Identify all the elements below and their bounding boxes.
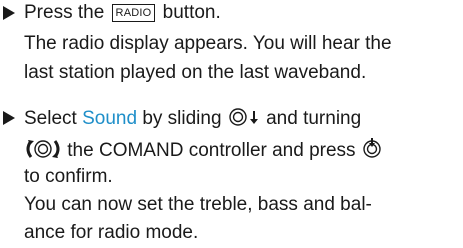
step-2-result-line-1: You can now set the treble, bass and bal… — [24, 194, 372, 215]
step-arrow-icon — [3, 6, 15, 20]
sound-menu-item: Sound — [82, 108, 138, 129]
step-1-result-line-2: last station played on the last waveband… — [24, 62, 367, 83]
controller-turn-icon — [24, 139, 62, 165]
step-1-result-line-1: The radio display appears. You will hear… — [24, 33, 392, 54]
controller-press-icon — [361, 137, 383, 165]
step-2-result-line-2: ance for radio mode. — [24, 222, 199, 243]
step-1-action: Press the RADIO button. — [24, 2, 221, 23]
step-2-action-line-2: the COMAND controller and press — [24, 137, 383, 161]
step-2-action-line-3: to confirm. — [24, 166, 113, 187]
step-arrow-icon — [3, 111, 15, 125]
step-2-action-line-1: Select Sound by sliding and turning — [24, 107, 361, 129]
radio-key-label: RADIO — [111, 4, 156, 22]
controller-slide-down-icon — [227, 107, 261, 133]
